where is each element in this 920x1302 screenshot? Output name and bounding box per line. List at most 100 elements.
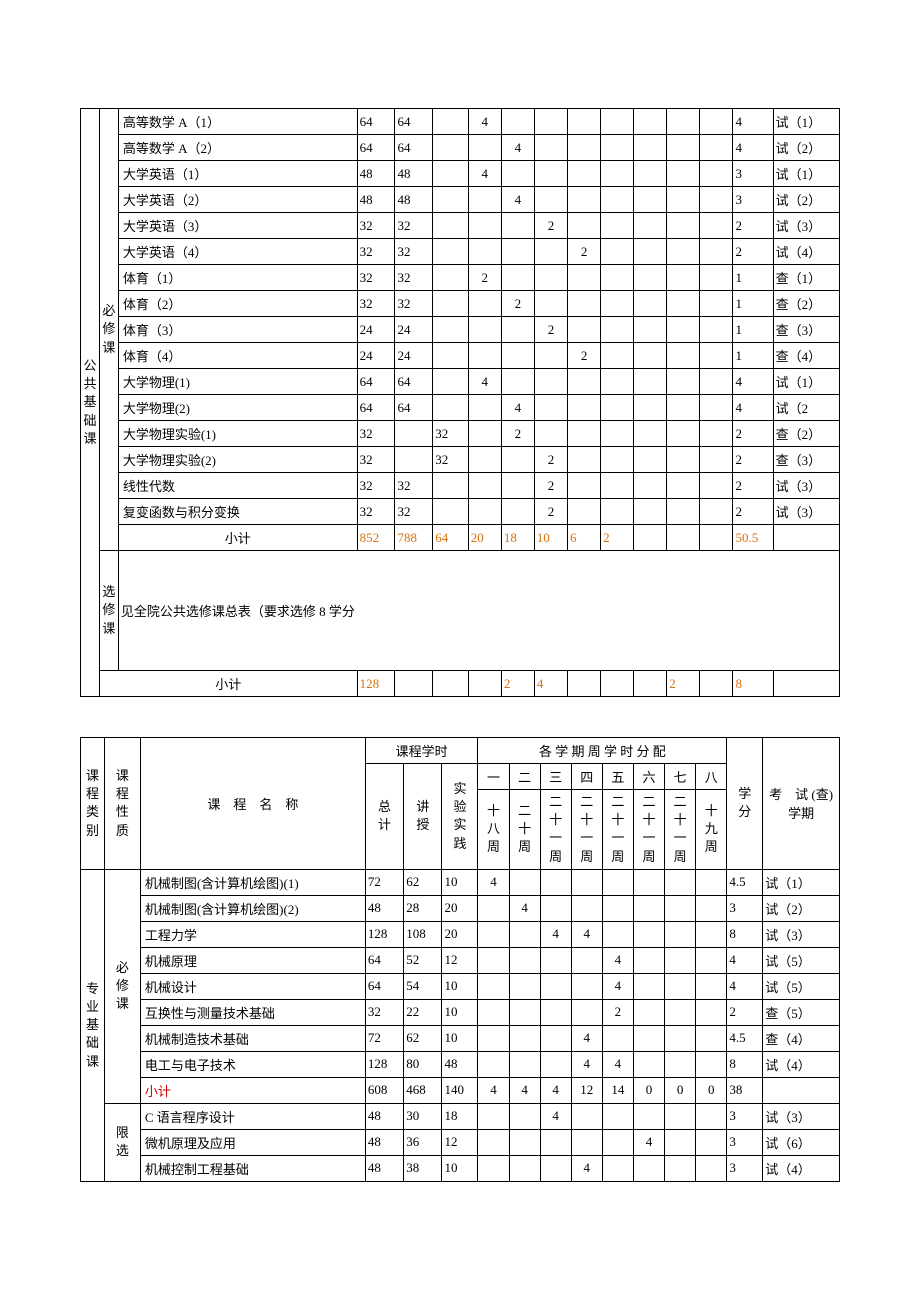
cell bbox=[602, 895, 633, 921]
cell: 10 bbox=[442, 999, 478, 1025]
cell bbox=[700, 291, 733, 317]
cell: 2 bbox=[534, 213, 567, 239]
table-row: 限选 C 语言程序设计48301843试（3） bbox=[81, 1103, 840, 1129]
cell bbox=[700, 161, 733, 187]
cell bbox=[501, 369, 534, 395]
cell: 24 bbox=[395, 317, 433, 343]
cell: 查（2） bbox=[773, 421, 839, 447]
cell: 3 bbox=[733, 187, 773, 213]
cell: 32 bbox=[395, 473, 433, 499]
cell bbox=[634, 671, 667, 697]
cell bbox=[601, 447, 634, 473]
cell bbox=[468, 213, 501, 239]
cell bbox=[501, 161, 534, 187]
cell: 查（2） bbox=[773, 291, 839, 317]
header-hours-group: 课程学时 bbox=[365, 738, 478, 764]
cell: 3 bbox=[727, 1129, 763, 1155]
cell bbox=[665, 921, 696, 947]
cell bbox=[433, 187, 468, 213]
cell bbox=[540, 973, 571, 999]
cell bbox=[633, 999, 664, 1025]
cell: 128 bbox=[365, 1051, 403, 1077]
cell: 试（5） bbox=[763, 973, 840, 999]
cell bbox=[534, 109, 567, 135]
cell bbox=[634, 109, 667, 135]
cell bbox=[667, 109, 700, 135]
cell bbox=[634, 421, 667, 447]
cell: 80 bbox=[404, 1051, 442, 1077]
cell bbox=[568, 213, 601, 239]
header-nature: 课程性质 bbox=[104, 738, 140, 870]
cell bbox=[501, 265, 534, 291]
table-row: 体育（1）323221查（1） bbox=[81, 265, 840, 291]
cell bbox=[665, 1051, 696, 1077]
cell: 54 bbox=[404, 973, 442, 999]
cell bbox=[601, 473, 634, 499]
cell: 128 bbox=[365, 921, 403, 947]
cell bbox=[540, 869, 571, 895]
cell: 608 bbox=[365, 1077, 403, 1103]
cell bbox=[601, 265, 634, 291]
cell bbox=[468, 291, 501, 317]
table-row: 复变函数与积分变换323222试（3） bbox=[81, 499, 840, 525]
cell bbox=[667, 343, 700, 369]
cell: 30 bbox=[404, 1103, 442, 1129]
cell bbox=[700, 265, 733, 291]
cell bbox=[634, 161, 667, 187]
cell: 1 bbox=[733, 291, 773, 317]
cell: 32 bbox=[357, 265, 395, 291]
cell bbox=[501, 499, 534, 525]
cell: 32 bbox=[357, 447, 395, 473]
cell bbox=[568, 291, 601, 317]
cell: 试（3） bbox=[773, 499, 839, 525]
cell: 4 bbox=[468, 109, 501, 135]
cell bbox=[700, 369, 733, 395]
header-row: 课程类别 课程性质 课 程 名 称 课程学时 各 学 期 周 学 时 分 配 学… bbox=[81, 738, 840, 764]
cell: 试（3） bbox=[773, 473, 839, 499]
table-row: 工程力学12810820448试（3） bbox=[81, 921, 840, 947]
cell bbox=[534, 395, 567, 421]
subtotal-label: 小计 bbox=[140, 1077, 365, 1103]
table-row: 高等数学 A（2）646444试（2） bbox=[81, 135, 840, 161]
cell bbox=[696, 895, 727, 921]
cell bbox=[633, 1155, 664, 1181]
cell bbox=[509, 1103, 540, 1129]
cell bbox=[568, 421, 601, 447]
cell bbox=[534, 265, 567, 291]
cell bbox=[501, 473, 534, 499]
cell: 72 bbox=[365, 869, 403, 895]
cell bbox=[501, 213, 534, 239]
course-name: 复变函数与积分变换 bbox=[118, 499, 357, 525]
cell bbox=[665, 973, 696, 999]
cell bbox=[633, 921, 664, 947]
cell: 32 bbox=[357, 291, 395, 317]
table-row: 大学英语（2）484843试（2） bbox=[81, 187, 840, 213]
cell bbox=[602, 1025, 633, 1051]
cell bbox=[540, 947, 571, 973]
cell: 查（5） bbox=[763, 999, 840, 1025]
cell: 62 bbox=[404, 1025, 442, 1051]
category-cell: 公共基础课 bbox=[81, 109, 100, 697]
cell: 4 bbox=[733, 109, 773, 135]
cell: 64 bbox=[395, 369, 433, 395]
cell: 试（2） bbox=[773, 187, 839, 213]
cell bbox=[568, 187, 601, 213]
cell: 64 bbox=[357, 109, 395, 135]
cell: 4 bbox=[571, 1025, 602, 1051]
cell bbox=[468, 499, 501, 525]
cell: 1 bbox=[733, 317, 773, 343]
cell: 4 bbox=[540, 921, 571, 947]
cell bbox=[773, 671, 839, 697]
cell bbox=[773, 525, 839, 551]
cell bbox=[433, 265, 468, 291]
cell bbox=[601, 343, 634, 369]
cell: 38 bbox=[404, 1155, 442, 1181]
cell: 64 bbox=[357, 135, 395, 161]
cell: 20 bbox=[442, 921, 478, 947]
cell bbox=[501, 317, 534, 343]
course-name: 机械设计 bbox=[140, 973, 365, 999]
course-name: 大学物理实验(2) bbox=[118, 447, 357, 473]
cell: 128 bbox=[357, 671, 395, 697]
cell bbox=[509, 947, 540, 973]
cell: 52 bbox=[404, 947, 442, 973]
